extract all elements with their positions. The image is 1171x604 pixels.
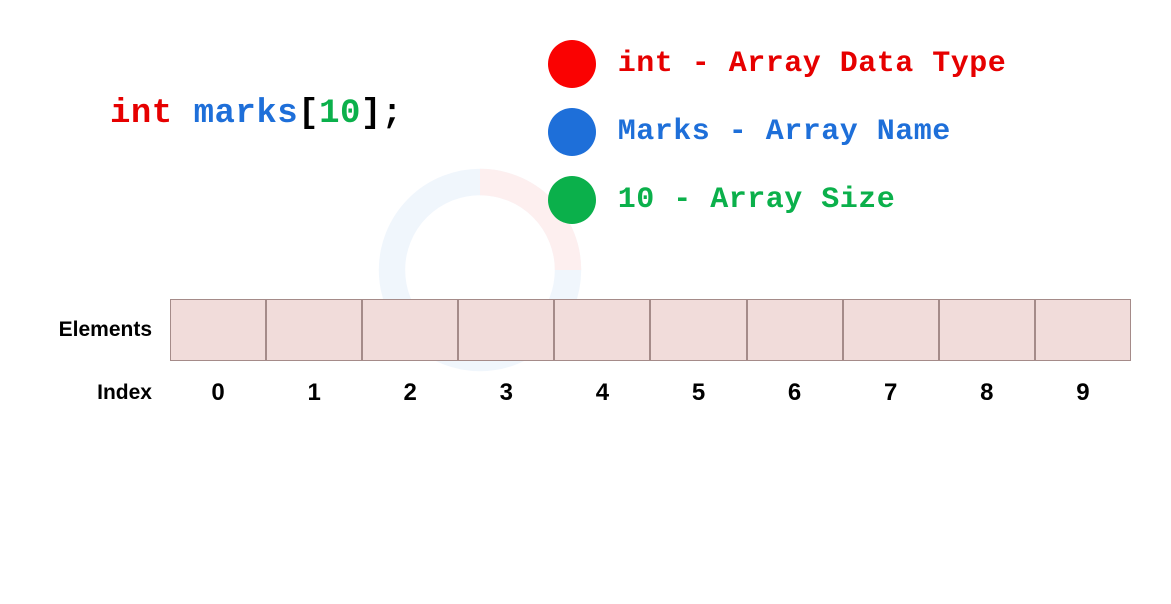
index-value: 0: [170, 379, 266, 407]
legend-row-arraysize: 10 - Array Size: [548, 176, 1007, 224]
array-cell: [843, 299, 939, 361]
code-keyword: int: [110, 95, 173, 133]
array-cell: [747, 299, 843, 361]
legend-datatype-text: int - Array Data Type: [618, 47, 1007, 81]
legend-arraysize-text: 10 - Array Size: [618, 183, 896, 217]
index-value: 4: [554, 379, 650, 407]
code-open-bracket: [: [298, 95, 319, 133]
code-close-bracket: ]: [361, 95, 382, 133]
code-array-name: marks: [194, 95, 299, 133]
legend: int - Array Data Type Marks - Array Name…: [548, 40, 1007, 224]
array-cell: [1035, 299, 1131, 361]
index-value: 5: [650, 379, 746, 407]
index-value: 3: [458, 379, 554, 407]
array-cell: [939, 299, 1035, 361]
legend-row-datatype: int - Array Data Type: [548, 40, 1007, 88]
index-value: 8: [939, 379, 1035, 407]
top-section: int marks[10]; int - Array Data Type Mar…: [0, 0, 1171, 224]
index-label: Index: [40, 381, 170, 405]
index-row: Index 0 1 2 3 4 5 6 7 8 9: [40, 379, 1131, 407]
index-value: 6: [747, 379, 843, 407]
array-cell: [554, 299, 650, 361]
dot-red-icon: [548, 40, 596, 88]
elements-label: Elements: [40, 318, 170, 342]
code-semicolon: ;: [382, 95, 403, 133]
index-value: 1: [266, 379, 362, 407]
code-array-size: 10: [319, 95, 361, 133]
array-cell: [650, 299, 746, 361]
array-cell: [266, 299, 362, 361]
index-value: 2: [362, 379, 458, 407]
index-value: 9: [1035, 379, 1131, 407]
legend-arrayname-text: Marks - Array Name: [618, 115, 951, 149]
code-declaration: int marks[10];: [110, 95, 403, 224]
elements-row: Elements: [40, 299, 1131, 361]
index-value: 7: [843, 379, 939, 407]
dot-green-icon: [548, 176, 596, 224]
index-container: 0 1 2 3 4 5 6 7 8 9: [170, 379, 1131, 407]
array-cell: [458, 299, 554, 361]
array-section: Elements Index 0 1 2 3 4 5 6 7 8 9: [0, 299, 1171, 407]
array-cell: [362, 299, 458, 361]
cells-container: [170, 299, 1131, 361]
dot-blue-icon: [548, 108, 596, 156]
array-cell: [170, 299, 266, 361]
legend-row-arrayname: Marks - Array Name: [548, 108, 1007, 156]
